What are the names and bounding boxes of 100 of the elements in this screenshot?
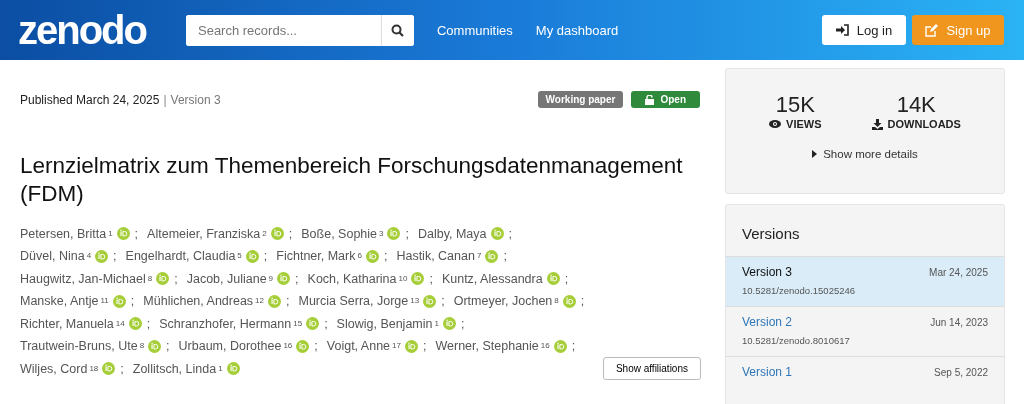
author-name[interactable]: Boße, Sophie: [301, 226, 377, 241]
author-name[interactable]: Trautwein-Bruns, Ute: [20, 339, 138, 353]
author-name[interactable]: Mühlichen, Andreas: [143, 294, 254, 308]
separator: ;: [295, 271, 299, 286]
author-name[interactable]: Werner, Stephanie: [435, 339, 539, 353]
separator: ;: [571, 339, 576, 353]
orcid-icon[interactable]: [546, 272, 560, 285]
orcid-icon[interactable]: [270, 227, 284, 240]
author-name[interactable]: Slowig, Benjamin: [336, 316, 433, 331]
separator: ;: [429, 271, 433, 286]
author-name[interactable]: Wiljes, Cord: [20, 361, 88, 376]
affiliation-number: 1: [434, 318, 439, 328]
orcid-icon[interactable]: [485, 249, 499, 263]
separator: ;: [580, 294, 585, 308]
orcid-icon[interactable]: [116, 227, 130, 240]
affiliation-number: 10: [398, 273, 408, 283]
affiliation-number: 15: [293, 318, 303, 328]
author-name[interactable]: Düvel, Nina: [20, 249, 85, 263]
version-item[interactable]: Version 1 Sep 5, 2022: [726, 356, 1004, 404]
orcid-icon[interactable]: [95, 249, 109, 263]
author-name[interactable]: Altemeier, Franziska: [147, 226, 261, 241]
search-button[interactable]: [381, 14, 414, 46]
separator: ;: [113, 249, 117, 263]
orcid-icon[interactable]: [442, 317, 456, 330]
separator: ;: [324, 316, 328, 331]
nav-link[interactable]: My dashboard: [535, 22, 619, 38]
separator: ;: [286, 294, 290, 308]
version-link[interactable]: Version 1: [742, 365, 793, 379]
author-name[interactable]: Manske, Antje: [20, 294, 99, 308]
version-item[interactable]: Version 3 Mar 24, 2025 10.5281/zenodo.15025246: [726, 256, 1004, 306]
orcid-icon[interactable]: [268, 294, 281, 308]
author-name[interactable]: Engelhardt, Claudia: [125, 249, 236, 263]
separator: ;: [263, 249, 268, 263]
edit-icon: [925, 23, 939, 37]
author-name[interactable]: Murcia Serra, Jorge: [298, 294, 409, 308]
author-name[interactable]: Kuntz, Alessandra: [441, 271, 543, 286]
version-link[interactable]: Version 3: [742, 265, 793, 279]
orcid-icon[interactable]: [553, 339, 567, 353]
search-icon: [391, 23, 405, 37]
affiliation-number: 1: [108, 228, 113, 238]
orcid-icon[interactable]: [562, 294, 576, 308]
nav-link[interactable]: Communities: [437, 22, 513, 38]
author-name[interactable]: Voigt, Anne: [326, 339, 391, 353]
separator: ;: [503, 249, 507, 263]
logo[interactable]: zenodo: [18, 10, 146, 50]
author-name[interactable]: Fichtner, Mark: [276, 249, 356, 263]
version-date: Jun 14, 2023: [930, 316, 988, 328]
affiliation-number: 12: [255, 296, 264, 305]
orcid-icon[interactable]: [226, 362, 240, 376]
orcid-icon[interactable]: [387, 227, 401, 240]
show-more-link[interactable]: Show more details: [823, 148, 918, 160]
orcid-icon[interactable]: [404, 339, 418, 353]
affiliation-number: 8: [554, 296, 559, 305]
author-name[interactable]: Schranzhofer, Hermann: [159, 316, 292, 331]
panel-title: Versions: [741, 224, 801, 244]
login-button[interactable]: Log in: [822, 15, 906, 45]
affiliation-number: 5: [237, 251, 242, 260]
orcid-icon[interactable]: [277, 272, 291, 285]
author-name[interactable]: Haugwitz, Jan-Michael: [20, 271, 146, 286]
author-name[interactable]: Urbaum, Dorothee: [178, 339, 282, 353]
resource-type-badge: Working paper: [537, 91, 624, 108]
stat-value: 14K: [896, 94, 936, 116]
orcid-icon[interactable]: [423, 294, 437, 308]
affiliation-number: 8: [147, 273, 153, 283]
orcid-icon[interactable]: [148, 339, 162, 353]
author-name[interactable]: Richter, Manuela: [20, 316, 114, 331]
author-name[interactable]: Koch, Katharina: [307, 271, 397, 286]
search-field[interactable]: Search records...: [186, 14, 414, 46]
orcid-icon[interactable]: [128, 317, 142, 330]
sign-in-icon: [835, 24, 849, 36]
orcid-icon[interactable]: [102, 362, 116, 376]
version-link[interactable]: Version 2: [742, 315, 793, 329]
author-name[interactable]: Jacob, Juliane: [186, 271, 267, 286]
version-item[interactable]: Version 2 Jun 14, 2023 10.5281/zenodo.8010617: [726, 306, 1004, 356]
orcid-icon[interactable]: [112, 294, 126, 308]
orcid-icon[interactable]: [296, 339, 310, 353]
show-affiliations-button[interactable]: Show affiliations: [602, 357, 701, 381]
affiliation-number: 16: [283, 341, 293, 350]
author-name[interactable]: Hastik, Canan: [396, 249, 475, 263]
eye-icon: [769, 120, 782, 128]
author-name[interactable]: Ortmeyer, Jochen: [453, 294, 553, 308]
version-label: Version 3: [170, 92, 221, 107]
affiliation-number: 8: [139, 341, 145, 350]
author-name[interactable]: Zollitsch, Linda: [132, 361, 217, 376]
orcid-icon[interactable]: [306, 317, 320, 330]
orcid-icon[interactable]: [411, 272, 425, 285]
orcid-icon[interactable]: [490, 227, 504, 240]
separator: ;: [166, 339, 170, 353]
download-icon: [871, 118, 883, 130]
orcid-icon[interactable]: [365, 249, 379, 263]
separator: ;: [120, 361, 124, 376]
orcid-icon[interactable]: [245, 249, 259, 263]
orcid-icon[interactable]: [156, 272, 170, 285]
record-title: Lernzielmatrix zum Themenbereich Forschungsdatenmanagement (FDM): [20, 152, 684, 209]
affiliation-number: 4: [86, 251, 92, 260]
author-name[interactable]: Dalby, Maya: [417, 226, 487, 241]
affiliation-number: 9: [268, 273, 274, 283]
affiliation-number: 2: [262, 228, 267, 238]
separator: ;: [422, 339, 427, 353]
author-name[interactable]: Petersen, Britta: [20, 226, 107, 241]
